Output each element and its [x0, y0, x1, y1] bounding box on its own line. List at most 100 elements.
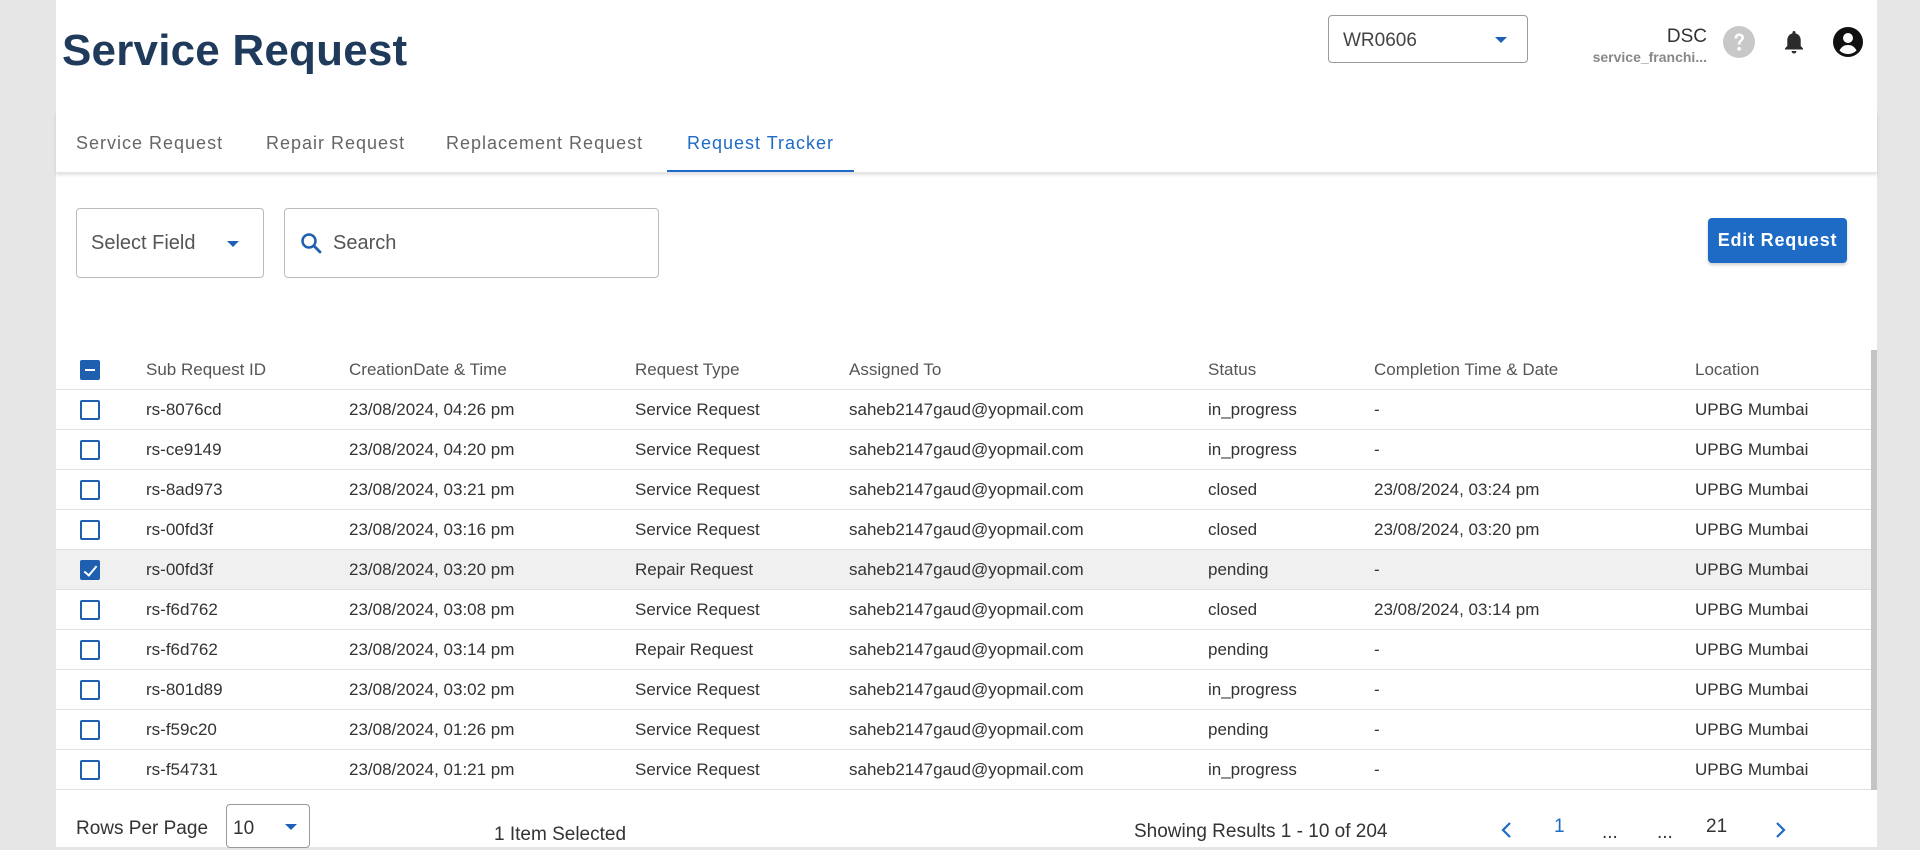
- sub-request-id-cell: rs-00fd3f: [146, 560, 214, 579]
- assigned-to-cell: saheb2147gaud@yopmail.com: [849, 480, 1084, 499]
- sub-request-id-cell: rs-00fd3f: [146, 520, 214, 539]
- assigned-to-cell: saheb2147gaud@yopmail.com: [849, 560, 1084, 579]
- request-type-cell: Service Request: [635, 600, 760, 619]
- table-scrollbar[interactable]: [1871, 350, 1877, 790]
- chevron-down-icon: [227, 241, 239, 247]
- tab-replacement-request[interactable]: Replacement Request: [426, 112, 663, 172]
- row-checkbox[interactable]: [80, 520, 100, 540]
- page-1-button[interactable]: 1: [1554, 816, 1565, 838]
- assigned-to-cell: saheb2147gaud@yopmail.com: [849, 400, 1084, 419]
- request-type-cell: Service Request: [635, 400, 760, 419]
- table-row[interactable]: rs-801d89 23/08/2024, 03:02 pm Service Req…: [56, 670, 1871, 710]
- status-cell: pending: [1208, 720, 1269, 739]
- edit-request-button[interactable]: Edit Request: [1708, 218, 1847, 263]
- creation-date-cell: 23/08/2024, 03:02 pm: [349, 680, 515, 699]
- completion-date-cell: 23/08/2024, 03:20 pm: [1374, 520, 1540, 539]
- row-checkbox[interactable]: [80, 720, 100, 740]
- account-button[interactable]: [1830, 24, 1866, 60]
- status-cell: closed: [1208, 600, 1258, 619]
- column-header[interactable]: Sub Request ID: [146, 350, 266, 390]
- previous-page-button[interactable]: [1496, 816, 1518, 844]
- request-type-cell: Service Request: [635, 680, 760, 699]
- row-checkbox[interactable]: [80, 560, 100, 580]
- request-type-cell: Service Request: [635, 720, 760, 739]
- page-21-button[interactable]: 21: [1706, 816, 1727, 838]
- table-row[interactable]: rs-00fd3f 23/08/2024, 03:20 pm Repair Requ…: [56, 550, 1871, 590]
- sub-request-id-cell: rs-f6d762: [146, 640, 218, 659]
- chevron-down-icon: [1495, 37, 1507, 43]
- creation-date-cell: 23/08/2024, 04:20 pm: [349, 440, 515, 459]
- table-row[interactable]: rs-8ad973 23/08/2024, 03:21 pm Service Req…: [56, 470, 1871, 510]
- creation-date-cell: 23/08/2024, 03:16 pm: [349, 520, 515, 539]
- notifications-button[interactable]: [1776, 24, 1812, 60]
- tab-bar: Service Request Repair Request Replaceme…: [56, 112, 1877, 173]
- sub-request-id-cell: rs-ce9149: [146, 440, 222, 459]
- creation-date-cell: 23/08/2024, 03:20 pm: [349, 560, 515, 579]
- location-cell: UPBG Mumbai: [1695, 640, 1809, 659]
- tab-repair-request[interactable]: Repair Request: [246, 112, 425, 172]
- completion-date-cell: -: [1374, 400, 1380, 419]
- location-cell: UPBG Mumbai: [1695, 600, 1809, 619]
- table-header-row: Sub Request ID CreationDate & Time Reque…: [56, 350, 1871, 390]
- table-body: rs-8076cd 23/08/2024, 04:26 pm Service Req…: [56, 390, 1871, 790]
- table-row[interactable]: rs-ce9149 23/08/2024, 04:20 pm Service Req…: [56, 430, 1871, 470]
- status-cell: in_progress: [1208, 760, 1297, 779]
- row-checkbox[interactable]: [80, 680, 100, 700]
- column-header[interactable]: Request Type: [635, 350, 740, 390]
- completion-date-cell: -: [1374, 440, 1380, 459]
- status-cell: pending: [1208, 560, 1269, 579]
- user-name: DSC: [1666, 26, 1707, 47]
- assigned-to-cell: saheb2147gaud@yopmail.com: [849, 720, 1084, 739]
- pagination-ellipsis: ...: [1602, 822, 1618, 843]
- tab-request-tracker[interactable]: Request Tracker: [667, 112, 855, 172]
- status-cell: closed: [1208, 480, 1258, 499]
- completion-date-cell: -: [1374, 680, 1380, 699]
- table-row[interactable]: rs-f59c20 23/08/2024, 01:26 pm Service Req…: [56, 710, 1871, 750]
- table-row[interactable]: rs-00fd3f 23/08/2024, 03:16 pm Service Req…: [56, 510, 1871, 550]
- row-checkbox[interactable]: [80, 480, 100, 500]
- location-cell: UPBG Mumbai: [1695, 520, 1809, 539]
- request-table: Sub Request ID CreationDate & Time Reque…: [56, 350, 1871, 790]
- next-page-button[interactable]: [1769, 816, 1791, 844]
- site-select-value: WR0606: [1343, 30, 1417, 51]
- location-cell: UPBG Mumbai: [1695, 400, 1809, 419]
- column-header[interactable]: Status: [1208, 350, 1256, 390]
- search-input[interactable]: [333, 229, 633, 257]
- creation-date-cell: 23/08/2024, 03:14 pm: [349, 640, 515, 659]
- table-row[interactable]: rs-f6d762 23/08/2024, 03:14 pm Repair Requ…: [56, 630, 1871, 670]
- status-cell: closed: [1208, 520, 1258, 539]
- column-header[interactable]: Assigned To: [849, 350, 941, 390]
- column-header[interactable]: Completion Time & Date: [1374, 350, 1558, 390]
- bell-icon: [1785, 31, 1803, 54]
- pagination-ellipsis: ...: [1657, 822, 1673, 843]
- location-cell: UPBG Mumbai: [1695, 480, 1809, 499]
- column-header[interactable]: Location: [1695, 350, 1759, 390]
- completion-date-cell: -: [1374, 720, 1380, 739]
- results-summary: Showing Results 1 - 10 of 204: [1134, 821, 1388, 842]
- row-checkbox[interactable]: [80, 760, 100, 780]
- table-row[interactable]: rs-8076cd 23/08/2024, 04:26 pm Service Req…: [56, 390, 1871, 430]
- row-checkbox[interactable]: [80, 400, 100, 420]
- site-select[interactable]: WR0606: [1328, 15, 1528, 63]
- select-field-label: Select Field: [91, 232, 196, 254]
- select-field-dropdown[interactable]: Select Field: [76, 208, 264, 278]
- rows-per-page-label: Rows Per Page: [76, 818, 209, 839]
- rows-per-page-select[interactable]: 10: [226, 804, 310, 848]
- app-header: Service Request WR0606 DSC service_franc…: [56, 0, 1877, 110]
- column-header[interactable]: CreationDate & Time: [349, 350, 507, 390]
- table-row[interactable]: rs-f54731 23/08/2024, 01:21 pm Service Req…: [56, 750, 1871, 790]
- completion-date-cell: -: [1374, 640, 1380, 659]
- row-checkbox[interactable]: [80, 600, 100, 620]
- selected-count: 1 Item Selected: [494, 824, 627, 845]
- chevron-left-icon: [1501, 822, 1511, 838]
- help-button[interactable]: [1721, 24, 1757, 60]
- scrollbar-thumb[interactable]: [1871, 350, 1877, 790]
- select-all-checkbox[interactable]: [80, 360, 100, 380]
- tab-service-request[interactable]: Service Request: [56, 112, 243, 172]
- completion-date-cell: 23/08/2024, 03:24 pm: [1374, 480, 1540, 499]
- row-checkbox[interactable]: [80, 640, 100, 660]
- chevron-down-icon: [285, 824, 297, 830]
- row-checkbox[interactable]: [80, 440, 100, 460]
- table-row[interactable]: rs-f6d762 23/08/2024, 03:08 pm Service Req…: [56, 590, 1871, 630]
- status-cell: pending: [1208, 640, 1269, 659]
